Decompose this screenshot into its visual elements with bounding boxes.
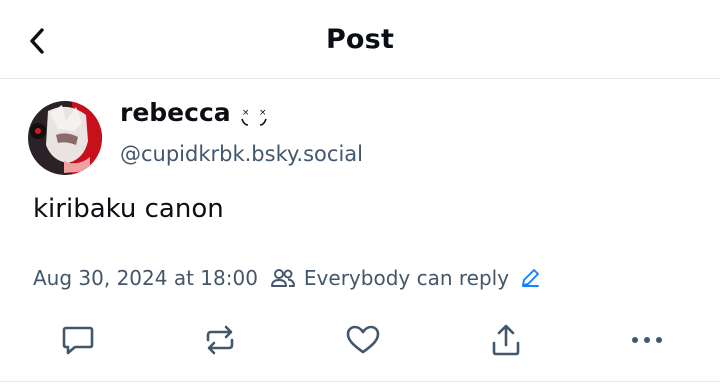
timestamp: Aug 30, 2024 at 18:00: [33, 266, 258, 290]
page-title: Post: [325, 24, 395, 55]
svg-text:×: ×: [259, 108, 267, 118]
display-name[interactable]: rebecca × ×: [120, 98, 269, 128]
svg-text:×: ×: [242, 108, 250, 118]
speech-bubble-icon: [62, 326, 94, 355]
share-upload-icon: [492, 324, 520, 356]
like-button[interactable]: [341, 318, 385, 362]
reply-setting[interactable]: Everybody can reply: [304, 266, 509, 290]
user-handle[interactable]: @cupidkrbk.bsky.social: [120, 142, 363, 166]
pencil-icon[interactable]: [519, 267, 541, 289]
decoration-glyph: × ×: [241, 108, 268, 126]
share-button[interactable]: [484, 318, 528, 362]
name-decoration: × ×: [239, 106, 269, 126]
post-header: Post: [0, 0, 720, 79]
avatar[interactable]: [28, 101, 102, 175]
ellipsis-icon: [632, 337, 662, 343]
post-meta: Aug 30, 2024 at 18:00 Everybody can repl…: [33, 264, 541, 292]
action-bar: [0, 318, 720, 362]
heart-icon: [346, 325, 380, 354]
display-name-text: rebecca: [120, 98, 231, 127]
reply-button[interactable]: [56, 318, 100, 362]
repost-button[interactable]: [198, 318, 242, 362]
more-button[interactable]: [625, 318, 669, 362]
repost-arrows-icon: [206, 325, 234, 355]
people-icon: [270, 267, 296, 289]
divider: [0, 381, 720, 382]
post-text: kiribaku canon: [33, 194, 224, 224]
